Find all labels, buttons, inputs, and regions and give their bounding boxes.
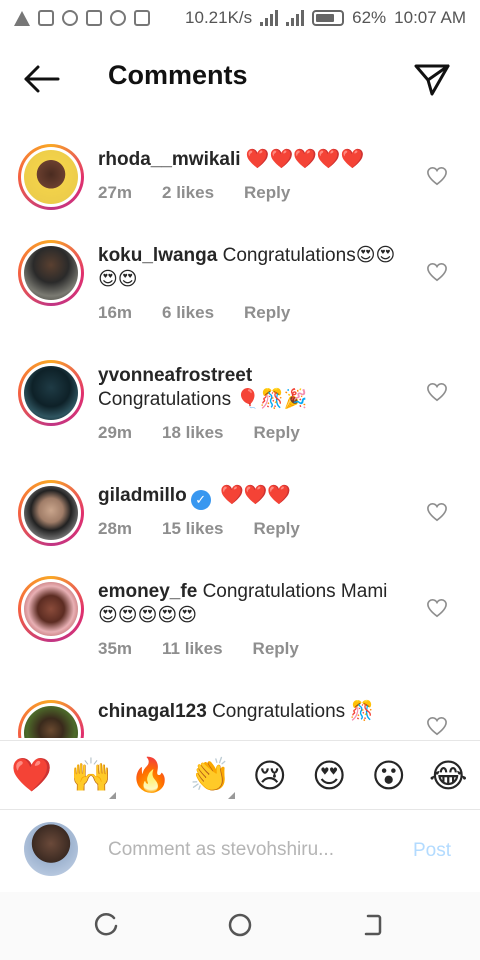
emoji-raised-hands-button[interactable]: 🙌	[66, 755, 117, 799]
news-icon	[38, 10, 54, 26]
comment-time: 16m	[98, 303, 133, 322]
header: Comments	[0, 48, 480, 110]
comment-body: ❤️❤️❤️	[219, 485, 291, 506]
comment-text: chinagal123 Congratulations 🎊	[98, 700, 408, 724]
comment-meta: 35m 11 likes Reply	[98, 639, 299, 659]
back-nav-icon[interactable]	[360, 912, 386, 938]
status-bar: 10.21K/s 62% 10:07 AM	[0, 0, 480, 36]
alert-icon	[14, 10, 30, 26]
emoji-laughing-button[interactable]: 😂	[423, 756, 473, 795]
comment-text: rhoda__mwikali ❤️❤️❤️❤️❤️	[98, 148, 408, 172]
comment-body: Congratulations 🎈🎊🎉	[98, 389, 308, 410]
comment-meta: 27m 2 likes Reply	[98, 183, 290, 203]
heart-outline-icon[interactable]	[426, 598, 448, 618]
comment-text: emoney_fe Congratulations Mami 😍😍😍😍😍	[98, 580, 408, 628]
back-button[interactable]	[22, 62, 62, 96]
heart-outline-icon[interactable]	[426, 382, 448, 402]
comment-username[interactable]: chinagal123	[98, 701, 207, 722]
share-button[interactable]	[412, 60, 452, 100]
current-user-avatar	[24, 822, 78, 876]
comment-input[interactable]	[108, 834, 388, 866]
reply-button[interactable]: Reply	[253, 639, 299, 659]
heart-outline-icon[interactable]	[426, 262, 448, 282]
battery-icon	[312, 10, 345, 26]
comment-meta: 29m 18 likes Reply	[98, 423, 300, 443]
reply-button[interactable]: Reply	[244, 303, 290, 323]
emoji-quick-bar: ❤️ 🙌 🔥 👏 😢 😍 😮 😂	[0, 740, 480, 810]
comment-likes[interactable]: 18 likes	[162, 423, 223, 443]
emoji-heart-button[interactable]: ❤️	[7, 755, 57, 795]
comment-likes[interactable]: 11 likes	[162, 639, 223, 659]
facebook-icon	[62, 10, 78, 26]
cell-signal-icon	[286, 10, 305, 26]
comment-time: 27m	[98, 183, 133, 202]
comment-time: 35m	[98, 639, 133, 658]
reply-button[interactable]: Reply	[253, 423, 299, 443]
clock: 10:07 AM	[394, 8, 466, 27]
comment-meta: 28m 15 likes Reply	[98, 519, 300, 539]
comment-username[interactable]: emoney_fe	[98, 581, 197, 602]
image-icon	[134, 10, 150, 26]
comment-likes[interactable]: 2 likes	[162, 183, 214, 203]
missed-call-icon	[110, 10, 126, 26]
verified-badge-icon: ✓	[190, 490, 211, 510]
emoji-heart-eyes-button[interactable]: 😍	[304, 756, 354, 795]
emoji-surprised-button[interactable]: 😮	[364, 756, 414, 795]
heart-outline-icon[interactable]	[426, 166, 448, 186]
heart-outline-icon[interactable]	[426, 502, 448, 522]
wifi-signal-icon	[260, 10, 279, 26]
recent-apps-icon[interactable]	[94, 912, 120, 938]
avatar[interactable]	[18, 240, 84, 306]
battery-percent: 62%	[352, 8, 387, 27]
avatar[interactable]	[18, 480, 84, 546]
network-speed: 10.21K/s	[185, 8, 253, 27]
post-button[interactable]: Post	[413, 840, 451, 862]
comment-username[interactable]: giladmillo	[98, 485, 187, 506]
system-nav-bar	[0, 892, 480, 960]
reply-button[interactable]: Reply	[253, 519, 299, 539]
nfc-icon	[86, 10, 102, 26]
home-icon[interactable]	[227, 912, 253, 938]
comment-composer: Post	[0, 812, 480, 892]
notification-icons	[14, 10, 150, 26]
emoji-fire-button[interactable]: 🔥	[126, 755, 176, 795]
comment-text: koku_lwanga Congratulations😍😍😍😍	[98, 244, 408, 292]
avatar[interactable]	[18, 576, 84, 642]
comment-likes[interactable]: 6 likes	[162, 303, 214, 323]
comment-time: 29m	[98, 423, 133, 442]
avatar[interactable]	[18, 144, 84, 210]
emoji-clap-button[interactable]: 👏	[185, 755, 236, 799]
comment-username[interactable]: koku_lwanga	[98, 245, 217, 266]
heart-outline-icon[interactable]	[426, 716, 448, 736]
page-title: Comments	[108, 60, 248, 90]
paper-plane-icon	[414, 64, 450, 96]
comment-body: ❤️❤️❤️❤️❤️	[245, 149, 365, 170]
comment-username[interactable]: rhoda__mwikali	[98, 149, 241, 170]
comment-meta: 16m 6 likes Reply	[98, 303, 290, 323]
comment-list[interactable]: rhoda__mwikali ❤️❤️❤️❤️❤️ 27m 2 likes Re…	[0, 130, 480, 738]
comment-text: yvonneafrostreet Congratulations 🎈🎊🎉	[98, 364, 408, 412]
avatar[interactable]	[18, 700, 84, 738]
emoji-crying-button[interactable]: 😢	[245, 756, 295, 795]
comment-text: giladmillo ✓ ❤️❤️❤️	[98, 484, 408, 510]
comment-likes[interactable]: 15 likes	[162, 519, 223, 539]
avatar[interactable]	[18, 360, 84, 426]
comment-time: 28m	[98, 519, 133, 538]
arrow-left-icon	[24, 65, 60, 93]
reply-button[interactable]: Reply	[244, 183, 290, 203]
comment-username[interactable]: yvonneafrostreet	[98, 365, 252, 386]
comment-body: Congratulations 🎊	[212, 701, 375, 722]
